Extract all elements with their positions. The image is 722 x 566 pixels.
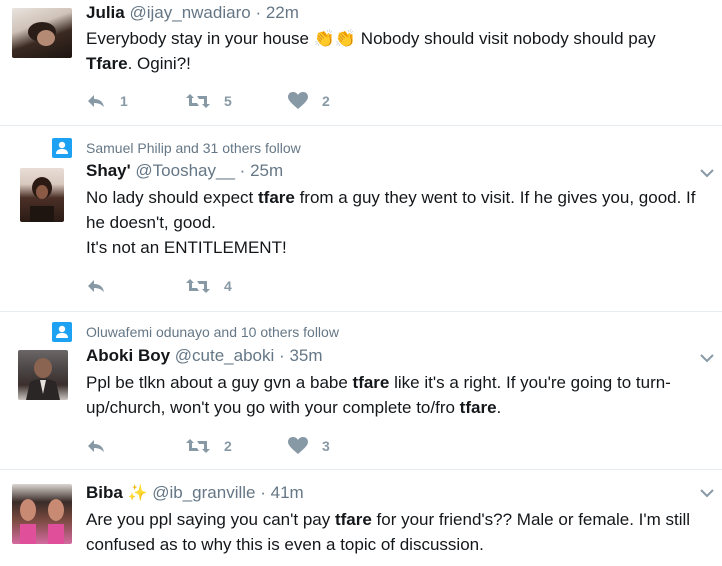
highlight-term: Tfare [86,54,128,73]
chevron-down-icon[interactable] [700,353,714,363]
retweet-icon [186,438,210,454]
user-handle[interactable]: @cute_aboki [175,346,275,365]
retweet-icon [186,93,210,109]
display-name[interactable]: Biba [86,483,123,502]
chevron-down-icon[interactable] [700,488,714,498]
tweet-header: Aboki Boy @cute_aboki · 35m [86,346,323,366]
social-context-text[interactable]: Samuel Philip and 31 others follow [86,140,301,156]
retweet-icon [186,278,210,294]
person-follow-icon [52,322,72,342]
separator-dot: · [239,161,246,180]
chevron-down-icon[interactable] [700,168,714,178]
separator-dot: · [279,346,285,365]
tweet-text: No lady should expect tfare from a guy t… [86,185,714,260]
reply-icon [86,278,106,294]
display-name[interactable]: Shay' [86,161,131,180]
heart-icon [288,92,308,110]
tweet-text-segment: It's not an ENTITLEMENT! [86,238,287,257]
avatar[interactable] [12,8,72,58]
person-follow-icon [52,138,72,158]
tweet[interactable]: Oluwafemi odunayo and 10 others follow A… [0,312,722,470]
tweet-header: Shay' @Tooshay__ · 25m [86,161,283,181]
tweet[interactable]: Julia @ijay_nwadiaro · 22m Everybody sta… [0,0,722,126]
timestamp[interactable]: 35m [289,346,322,365]
retweet-count: 4 [224,278,232,294]
reply-count: 1 [120,93,128,109]
clapping-hands-emoji: 👏👏 [313,29,357,48]
highlight-term: tfare [334,510,372,529]
retweet-button[interactable]: 5 [186,93,288,109]
like-button[interactable]: 2 [288,92,330,110]
highlight-term: tfare [459,398,497,417]
timestamp[interactable]: 41m [271,483,304,502]
like-count: 2 [322,93,330,109]
timestamp[interactable]: 22m [266,3,299,22]
heart-icon [288,437,308,455]
timestamp[interactable]: 25m [250,161,283,180]
social-context: Oluwafemi odunayo and 10 others follow [52,322,339,342]
display-name[interactable]: Julia [86,3,125,22]
tweet-text-segment: . Ogini?! [127,54,191,73]
tweet[interactable]: Biba ✨ @ib_granville · 41m Are you ppl s… [0,470,722,566]
tweet-text: Ppl be tlkn about a guy gvn a babe tfare… [86,370,714,420]
user-handle[interactable]: @ib_granville [152,483,255,502]
display-name[interactable]: Aboki Boy [86,346,170,365]
tweet-text-segment: . [496,398,502,417]
retweet-button[interactable]: 2 [186,438,288,454]
tweet-text-segment: No lady should expect [86,188,258,207]
user-handle[interactable]: @Tooshay__ [135,161,235,180]
retweet-button[interactable]: 4 [186,278,288,294]
tweet-text-segment: Everybody stay in your house [86,29,314,48]
tweet-text-segment: Nobody should visit nobody should pay [356,29,656,48]
avatar[interactable] [18,350,68,400]
tweet-actions: 4 [86,274,288,298]
highlight-term: tfare [352,373,390,392]
avatar[interactable] [20,168,64,222]
tweet-actions: 2 3 [86,434,330,458]
reply-button[interactable] [86,278,186,294]
retweet-count: 2 [224,438,232,454]
tweet-text-segment: Are you ppl saying you can't pay [86,510,335,529]
reply-icon [86,93,106,109]
like-count: 3 [322,438,330,454]
social-context: Samuel Philip and 31 others follow [52,138,301,158]
tweet-text: Are you ppl saying you can't pay tfare f… [86,507,714,557]
tweet-actions: 1 5 2 [86,89,330,113]
retweet-count: 5 [224,93,232,109]
social-context-text[interactable]: Oluwafemi odunayo and 10 others follow [86,324,339,340]
like-button[interactable]: 3 [288,437,330,455]
reply-button[interactable] [86,438,186,454]
tweet-header: Julia @ijay_nwadiaro · 22m [86,3,299,23]
separator-dot: · [255,3,262,22]
separator-dot: · [260,483,266,502]
tweet-text: Everybody stay in your house 👏👏 Nobody s… [86,26,714,76]
reply-button[interactable]: 1 [86,93,186,109]
user-handle[interactable]: @ijay_nwadiaro [129,3,250,22]
reply-icon [86,438,106,454]
avatar[interactable] [12,484,72,544]
tweet-text-segment: Ppl be tlkn about a guy gvn a babe [86,373,353,392]
sparkles-emoji: ✨ [127,485,148,502]
tweet[interactable]: Samuel Philip and 31 others follow Shay'… [0,126,722,312]
tweet-header: Biba ✨ @ib_granville · 41m [86,483,304,503]
highlight-term: tfare [258,188,295,207]
